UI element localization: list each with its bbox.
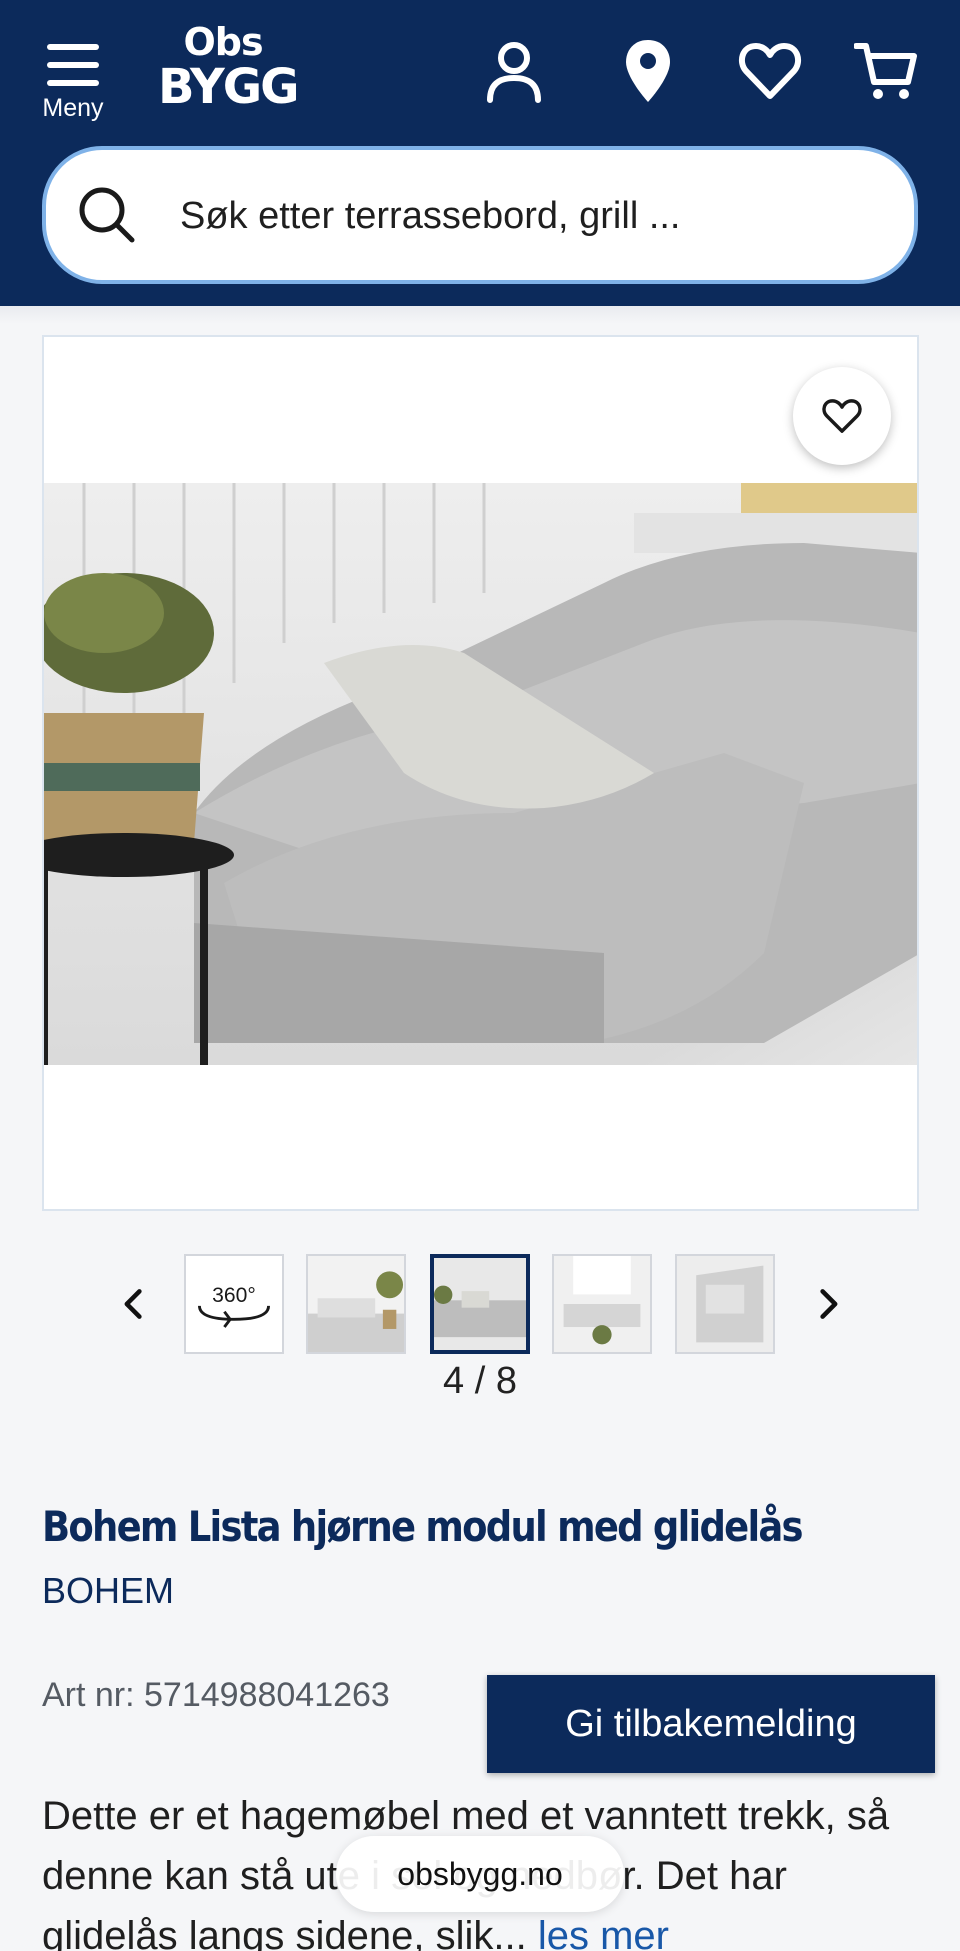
obs-bygg-logo[interactable]: Obs BYGG [158, 22, 300, 118]
article-number: Art nr: 5714988041263 [42, 1676, 390, 1714]
favorite-button[interactable] [793, 367, 891, 465]
location-pin-icon[interactable] [616, 36, 680, 106]
site-header: Meny Obs BYGG [0, 0, 960, 306]
cart-icon[interactable] [853, 36, 918, 106]
search-input[interactable] [180, 178, 880, 254]
360-view-icon: 360° [198, 1284, 270, 1328]
header-shadow [0, 306, 960, 324]
heart-icon[interactable] [738, 36, 802, 106]
menu-label: Meny [42, 94, 104, 122]
product-image-card[interactable] [42, 335, 919, 1211]
browser-url-bar[interactable]: obsbygg.no [336, 1836, 624, 1912]
thumbnail-image[interactable] [306, 1254, 406, 1354]
search-bar[interactable] [42, 146, 918, 284]
next-arrow-icon[interactable] [798, 1274, 858, 1334]
product-photo [44, 483, 917, 1065]
thumbnail-image-active[interactable] [430, 1254, 530, 1354]
svg-text:360°: 360° [212, 1284, 256, 1307]
user-icon[interactable] [482, 36, 546, 106]
thumbnail-360[interactable]: 360° [184, 1254, 284, 1354]
image-counter: 4 / 8 [443, 1360, 517, 1402]
prev-arrow-icon[interactable] [104, 1274, 164, 1334]
thumbnail-image[interactable] [675, 1254, 775, 1354]
thumbnail-image[interactable] [552, 1254, 652, 1354]
feedback-button[interactable]: Gi tilbakemelding [487, 1675, 935, 1773]
product-title: Bohem Lista hjørne modul med glidelås [42, 1502, 804, 1551]
read-more-link[interactable]: les mer [538, 1914, 669, 1951]
search-icon[interactable] [72, 180, 142, 250]
thumbnail-carousel: 360° [0, 1252, 960, 1356]
hamburger-icon [47, 44, 99, 98]
heart-outline-icon [822, 399, 862, 433]
menu-button[interactable]: Meny [38, 40, 108, 122]
product-brand[interactable]: BOHEM [42, 1570, 174, 1612]
